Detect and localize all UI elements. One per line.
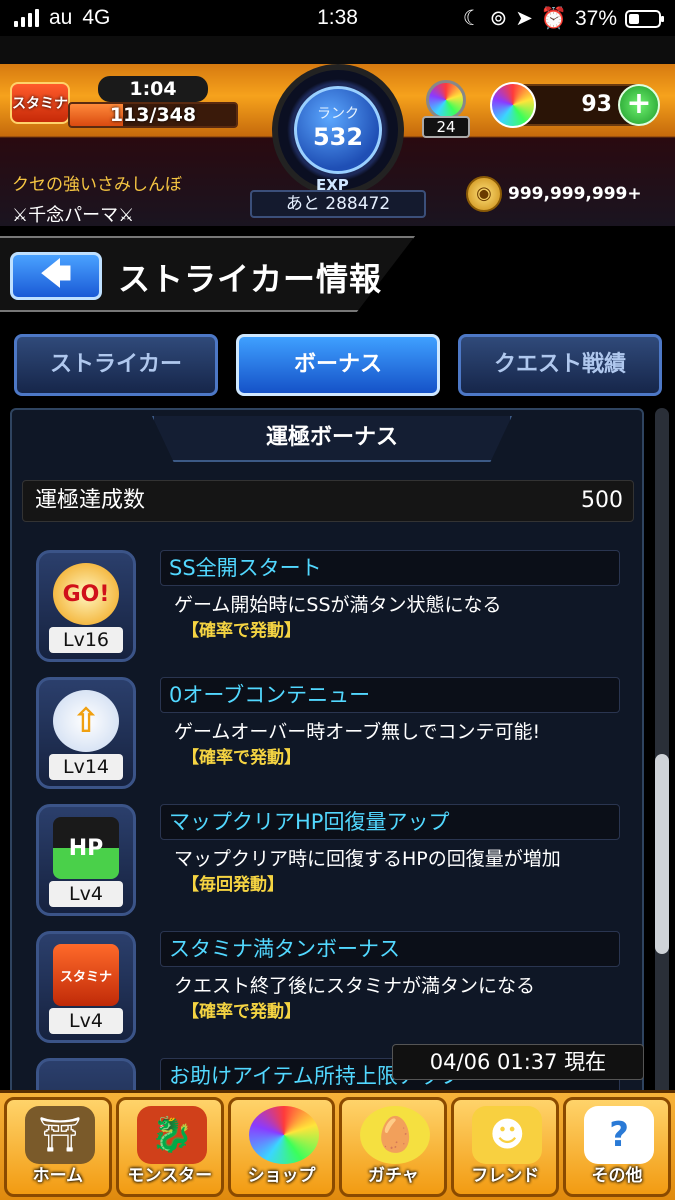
bonus-desc: マップクリア時に回復するHPの回復量が増加 bbox=[174, 848, 561, 870]
bottom-nav: ⛩ ホーム 🐉 モンスター ● ショップ 🥚 ガチャ ☻ フレンド ? その他 bbox=[0, 1090, 675, 1200]
gold-counter: ◉ 999,999,999+ bbox=[466, 176, 642, 212]
nav-monster[interactable]: 🐉 モンスター bbox=[115, 1097, 224, 1197]
location-icon: ➤ bbox=[515, 7, 533, 30]
nav-label: ショップ bbox=[247, 1166, 316, 1186]
wing-arrow-icon: ⇧ Lv14 bbox=[36, 677, 136, 789]
game-header: スタミナ 1:04 113/348 ランク 532 EXP あと 288472 … bbox=[0, 36, 675, 226]
nav-gacha[interactable]: 🥚 ガチャ bbox=[339, 1097, 448, 1197]
orb-counter[interactable]: 93 + bbox=[490, 82, 660, 128]
exp-remaining: あと 288472 bbox=[250, 190, 426, 218]
bonus-item[interactable]: GO! Lv16 SS全開スタート ゲーム開始時にSSが満タン状態になる 【確率… bbox=[12, 550, 642, 670]
gold-value: 999,999,999+ bbox=[508, 184, 642, 204]
tab-striker[interactable]: ストライカー bbox=[14, 334, 218, 396]
stamina-bar: 113/348 bbox=[68, 102, 238, 128]
bonus-condition: 【確率で発動】 bbox=[182, 621, 301, 641]
nav-label: モンスター bbox=[127, 1166, 213, 1186]
nav-other[interactable]: ? その他 bbox=[563, 1097, 671, 1197]
scrollbar[interactable] bbox=[655, 408, 669, 1098]
bonus-item[interactable]: HP Lv4 マップクリアHP回復量アップ マップクリア時に回復するHPの回復量… bbox=[12, 804, 642, 924]
rainbow-orb-icon bbox=[490, 82, 536, 128]
bonus-condition: 【毎回発動】 bbox=[182, 875, 284, 895]
nav-shop[interactable]: ● ショップ bbox=[227, 1097, 336, 1197]
friends-icon: ☻ bbox=[472, 1106, 543, 1164]
stamina-arrow-icon: スタミナ Lv4 bbox=[36, 931, 136, 1043]
moon-icon: ☾ bbox=[462, 7, 482, 30]
rank-value: 532 bbox=[312, 123, 364, 151]
battery-icon bbox=[625, 9, 664, 28]
rank-label: ランク bbox=[317, 106, 359, 122]
player-title: ⚔千念パーマ⚔ bbox=[12, 205, 135, 226]
bonus-level: Lv4 bbox=[49, 1008, 123, 1034]
nav-label: ガチャ bbox=[367, 1166, 419, 1186]
nav-home[interactable]: ⛩ ホーム bbox=[4, 1097, 112, 1197]
tab-bonus[interactable]: ボーナス bbox=[236, 334, 440, 396]
nav-label: フレンド bbox=[471, 1166, 540, 1186]
bonus-desc: ゲーム開始時にSSが満タン状態になる bbox=[174, 594, 502, 616]
question-icon: ? bbox=[584, 1106, 655, 1164]
bonus-level: Lv14 bbox=[49, 754, 123, 780]
bonus-desc: ゲームオーバー時オーブ無しでコンテ可能! bbox=[174, 721, 541, 743]
item-count: 24 bbox=[422, 116, 470, 138]
bonus-name: 0オーブコンテニュー bbox=[160, 677, 620, 713]
gold-coin-icon: ◉ bbox=[466, 176, 502, 212]
nav-label: その他 bbox=[591, 1166, 643, 1186]
scrollbar-thumb[interactable] bbox=[655, 754, 669, 954]
bonus-item[interactable]: スタミナ Lv4 スタミナ満タンボーナス クエスト終了後にスタミナが満タンになる… bbox=[12, 931, 642, 1051]
dragon-icon: 🐉 bbox=[136, 1106, 207, 1164]
go-icon: GO! Lv16 bbox=[36, 550, 136, 662]
hp-arrow-icon: HP Lv4 bbox=[36, 804, 136, 916]
bonus-panel: 運極ボーナス 運極達成数 500 GO! Lv16 SS全開スタート ゲーム開始… bbox=[10, 408, 644, 1098]
panel-title: 運極ボーナス bbox=[152, 416, 512, 462]
bonus-condition: 【確率で発動】 bbox=[182, 1002, 301, 1022]
update-timestamp: 04/06 01:37 現在 bbox=[392, 1044, 644, 1080]
stamina-badge: スタミナ bbox=[10, 82, 70, 124]
stamina-value: 113/348 bbox=[109, 104, 197, 126]
achievement-summary: 運極達成数 500 bbox=[22, 480, 634, 522]
bonus-level: Lv16 bbox=[49, 627, 123, 653]
player-name: クセの強いさみしんぼ bbox=[12, 175, 182, 195]
status-bar: au 4G 1:38 ☾ ⊚ ➤ ⏰ 37% bbox=[0, 0, 675, 36]
bonus-desc: クエスト終了後にスタミナが満タンになる bbox=[174, 975, 536, 997]
bonus-name: SS全開スタート bbox=[160, 550, 620, 586]
back-button[interactable]: 🡄 bbox=[10, 252, 102, 300]
bonus-name: スタミナ満タンボーナス bbox=[160, 931, 620, 967]
alarm-icon: ⏰ bbox=[540, 6, 567, 30]
player-info: クセの強いさみしんぼ ⚔千念パーマ⚔ bbox=[12, 170, 182, 227]
home-gate-icon: ⛩ bbox=[25, 1106, 95, 1164]
summary-value: 500 bbox=[581, 488, 623, 513]
nav-friend[interactable]: ☻ フレンド bbox=[451, 1097, 560, 1197]
item-orb-icon[interactable]: 24 bbox=[422, 80, 470, 138]
stamina-timer: 1:04 bbox=[98, 76, 208, 102]
rotation-lock-icon: ⊚ bbox=[489, 7, 508, 30]
battery-percent: 37% bbox=[574, 6, 617, 30]
stamina-gauge[interactable]: スタミナ 1:04 113/348 bbox=[10, 76, 240, 132]
orb-icon: ● bbox=[248, 1106, 319, 1164]
bonus-level: Lv4 bbox=[49, 881, 123, 907]
orb-count: 93 bbox=[581, 92, 612, 117]
page-title: ストライカー情報 bbox=[118, 260, 383, 298]
summary-label: 運極達成数 bbox=[35, 488, 146, 513]
bonus-item[interactable]: ⇧ Lv14 0オーブコンテニュー ゲームオーバー時オーブ無しでコンテ可能! 【… bbox=[12, 677, 642, 797]
nav-label: ホーム bbox=[32, 1166, 84, 1186]
egg-icon: 🥚 bbox=[360, 1106, 431, 1164]
add-orb-button[interactable]: + bbox=[618, 84, 660, 126]
bonus-name: マップクリアHP回復量アップ bbox=[160, 804, 620, 840]
bonus-condition: 【確率で発動】 bbox=[182, 748, 301, 768]
tab-quest-record[interactable]: クエスト戦績 bbox=[458, 334, 662, 396]
